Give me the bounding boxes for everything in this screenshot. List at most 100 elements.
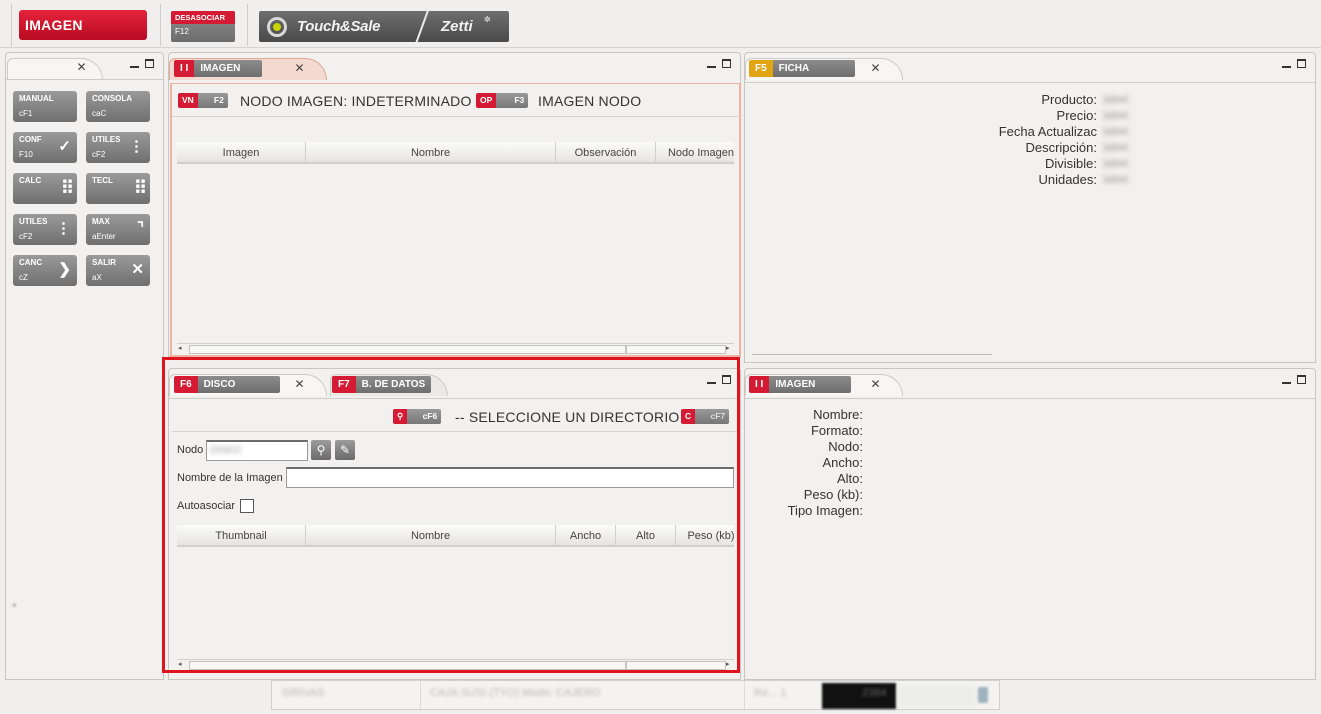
key-shortcut: cF2 bbox=[92, 150, 106, 159]
window-controls bbox=[130, 59, 154, 68]
key-utiles-button[interactable]: UTILES cF2 ⋮ bbox=[86, 132, 150, 163]
selection-highlight bbox=[162, 357, 740, 673]
toolbar-divider bbox=[11, 4, 12, 46]
close-icon[interactable]: ✕ bbox=[76, 61, 87, 73]
tab-imagen-label[interactable]: I I IMAGEN bbox=[174, 60, 263, 77]
tab-ficha-label[interactable]: F5 FICHA bbox=[749, 60, 855, 77]
imagen-info-label: Ancho: bbox=[822, 455, 863, 470]
imagen-info-label: Formato: bbox=[810, 423, 863, 438]
ficha-field-label: Unidades: bbox=[1038, 172, 1097, 187]
imagen-button[interactable]: IMAGEN bbox=[19, 10, 147, 40]
window-controls bbox=[707, 59, 731, 68]
ficha-field-value: label bbox=[1103, 140, 1129, 154]
chevron-right-icon: ❯ bbox=[58, 261, 71, 278]
status-number: 2384 bbox=[862, 687, 887, 699]
maximize-icon: ⌝ bbox=[136, 220, 144, 237]
tab-imagen-title: IMAGEN bbox=[194, 60, 263, 77]
close-icon: ✕ bbox=[131, 261, 144, 278]
zetti-mark-icon: ✲ bbox=[484, 15, 491, 24]
maximize-icon[interactable] bbox=[1297, 375, 1306, 384]
key-label: MANUAL bbox=[19, 94, 54, 103]
key-shortcut: F10 bbox=[19, 150, 33, 159]
close-icon[interactable]: ✕ bbox=[870, 378, 881, 390]
column-imagen[interactable]: Imagen bbox=[177, 142, 306, 162]
desasociar-button[interactable]: DESASOCIAR F12 bbox=[171, 11, 235, 42]
ficha-field-value: label bbox=[1103, 172, 1129, 186]
minimize-icon[interactable] bbox=[707, 59, 716, 68]
key-label: TECL bbox=[92, 176, 113, 185]
status-divider bbox=[420, 681, 421, 709]
maximize-icon[interactable] bbox=[145, 59, 154, 68]
logo-brand-text: Touch&Sale bbox=[297, 18, 381, 35]
check-icon: ✓ bbox=[58, 138, 71, 155]
imagen-table-header: Imagen Nombre Observación Nodo Imagen bbox=[177, 142, 734, 164]
column-nombre[interactable]: Nombre bbox=[306, 142, 556, 162]
window-controls bbox=[1282, 59, 1306, 68]
ficha-field-value: label bbox=[1103, 156, 1129, 170]
ficha-field-value: label bbox=[1103, 124, 1129, 138]
divider bbox=[172, 116, 738, 117]
key-label: CONSOLA bbox=[92, 94, 132, 103]
status-caja: CAJA SUSI (TYO) Modo: CAJERO bbox=[430, 687, 601, 699]
desasociar-label: DESASOCIAR bbox=[171, 11, 235, 24]
ficha-field-row: Divisible: bbox=[895, 156, 1097, 171]
touch-and-sale-logo: Touch&Sale Zetti ✲ bbox=[259, 11, 509, 42]
close-icon[interactable]: ✕ bbox=[294, 62, 305, 74]
key-manual-button[interactable]: MANUAL cF1 bbox=[13, 91, 77, 122]
vn-shortcut-chip[interactable]: VN F2 bbox=[178, 93, 228, 108]
key-max-button[interactable]: MAX aEnter ⌝ bbox=[86, 214, 150, 245]
status-re: Re... 1 bbox=[754, 687, 787, 699]
imagen-info-panel: I I IMAGEN ✕ Nombre: Formato: Nodo: Ancho: A… bbox=[744, 368, 1316, 680]
op-key: OP bbox=[476, 93, 497, 108]
minimize-icon[interactable] bbox=[1282, 375, 1291, 384]
column-observacion[interactable]: Observación bbox=[556, 142, 656, 162]
scrollbar-thumb[interactable] bbox=[626, 345, 726, 354]
key-calc-button[interactable]: CALC ⠿ bbox=[13, 173, 77, 204]
key-canc-button[interactable]: CANC cZ ❯ bbox=[13, 255, 77, 286]
window-controls bbox=[1282, 375, 1306, 384]
desasociar-shortcut: F12 bbox=[175, 27, 189, 36]
key-consola-button[interactable]: CONSOLA caC bbox=[86, 91, 150, 122]
maximize-icon[interactable] bbox=[722, 59, 731, 68]
column-nodo-imagen[interactable]: Nodo Imagen bbox=[656, 142, 734, 162]
key-conf-button[interactable]: CONF F10 ✓ bbox=[13, 132, 77, 163]
maximize-icon[interactable] bbox=[1297, 59, 1306, 68]
ficha-field-label: Precio: bbox=[1056, 108, 1097, 123]
nodo-title: NODO IMAGEN: INDETERMINADO bbox=[240, 93, 472, 109]
imagen-info-label: Nombre: bbox=[813, 407, 863, 422]
imagen-nodo-title: IMAGEN NODO bbox=[538, 93, 642, 109]
ficha-field-row: Precio: bbox=[895, 108, 1097, 123]
vn-key: VN bbox=[178, 93, 198, 108]
status-user: SIRIVAS bbox=[282, 687, 325, 699]
tab-imagen-info-label[interactable]: I I IMAGEN bbox=[749, 376, 852, 393]
status-indicator-icon bbox=[978, 687, 988, 703]
scroll-right-icon[interactable]: ▸ bbox=[726, 344, 730, 354]
key-tecl-button[interactable]: TECL ⠿ bbox=[86, 173, 150, 204]
key-shortcut: aX bbox=[92, 273, 102, 282]
scroll-left-icon[interactable]: ◂ bbox=[178, 344, 182, 354]
key-shortcut: cZ bbox=[19, 273, 28, 282]
op-shortcut-chip[interactable]: OP F3 bbox=[476, 93, 529, 108]
tab-imagen-key: I I bbox=[174, 60, 195, 77]
ficha-field-value: label bbox=[1103, 108, 1129, 122]
key-utiles-button[interactable]: UTILES cF2 ⋮ bbox=[13, 214, 77, 245]
minimize-icon[interactable] bbox=[1282, 59, 1291, 68]
logo-partner-text: Zetti bbox=[441, 18, 473, 35]
keypad-tab[interactable] bbox=[7, 58, 103, 80]
key-label: CONF bbox=[19, 135, 42, 144]
toolbar-divider bbox=[160, 4, 161, 46]
tab-underline bbox=[745, 398, 1315, 399]
key-label: UTILES bbox=[92, 135, 121, 144]
status-field bbox=[898, 685, 976, 707]
tab-imagen-info-title: IMAGEN bbox=[769, 376, 852, 393]
imagen-table-scrollbar[interactable]: ◂ ▸ bbox=[177, 343, 734, 354]
ficha-field-row: Descripción: bbox=[895, 140, 1097, 155]
minimize-icon[interactable] bbox=[130, 59, 139, 68]
op-shortcut: F3 bbox=[496, 93, 529, 108]
close-icon[interactable]: ✕ bbox=[870, 62, 881, 74]
key-label: CANC bbox=[19, 258, 43, 267]
imagen-info-label: Alto: bbox=[836, 471, 863, 486]
key-salir-button[interactable]: SALIR aX ✕ bbox=[86, 255, 150, 286]
scrollbar-track[interactable] bbox=[189, 345, 626, 354]
toolbar-divider bbox=[247, 4, 248, 46]
